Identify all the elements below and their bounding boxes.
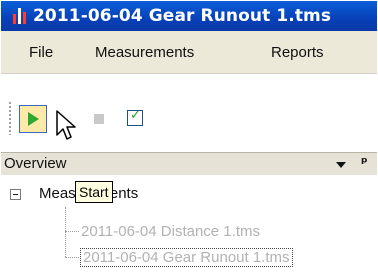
application-window: 2011-06-04 Gear Runout 1.tms File Measur… [1, 1, 377, 275]
start-tooltip: Start [75, 181, 113, 203]
tree-connector [65, 207, 66, 257]
toolbar-grip[interactable] [8, 101, 12, 135]
overview-tree: Measurements 2011-06-04 Distance 1.tms 2… [1, 175, 377, 275]
checkbox-icon[interactable]: ✓ [127, 108, 143, 126]
menu-bar: File Measurements Reports [1, 31, 377, 74]
menu-file[interactable]: File [29, 44, 53, 61]
tree-connector [65, 231, 79, 232]
overview-pane-header: Overview ᵖ [1, 152, 377, 176]
start-button[interactable] [19, 105, 47, 133]
menu-reports[interactable]: Reports [271, 44, 324, 61]
collapse-icon[interactable] [10, 189, 21, 200]
app-logo-icon [13, 7, 29, 25]
tree-connector [65, 257, 79, 258]
stop-icon[interactable] [94, 114, 104, 124]
dropdown-arrow-icon[interactable] [336, 162, 346, 168]
play-icon [28, 112, 39, 126]
tree-item-gear-runout[interactable]: 2011-06-04 Gear Runout 1.tms [80, 248, 293, 267]
menu-measurements[interactable]: Measurements [95, 44, 194, 61]
overview-title: Overview [4, 155, 67, 172]
mouse-cursor-icon [56, 110, 76, 140]
pin-icon[interactable]: ᵖ [361, 155, 368, 171]
window-title: 2011-06-04 Gear Runout 1.tms [33, 6, 332, 26]
tree-item-distance[interactable]: 2011-06-04 Distance 1.tms [81, 223, 260, 240]
title-bar[interactable]: 2011-06-04 Gear Runout 1.tms [1, 1, 377, 31]
